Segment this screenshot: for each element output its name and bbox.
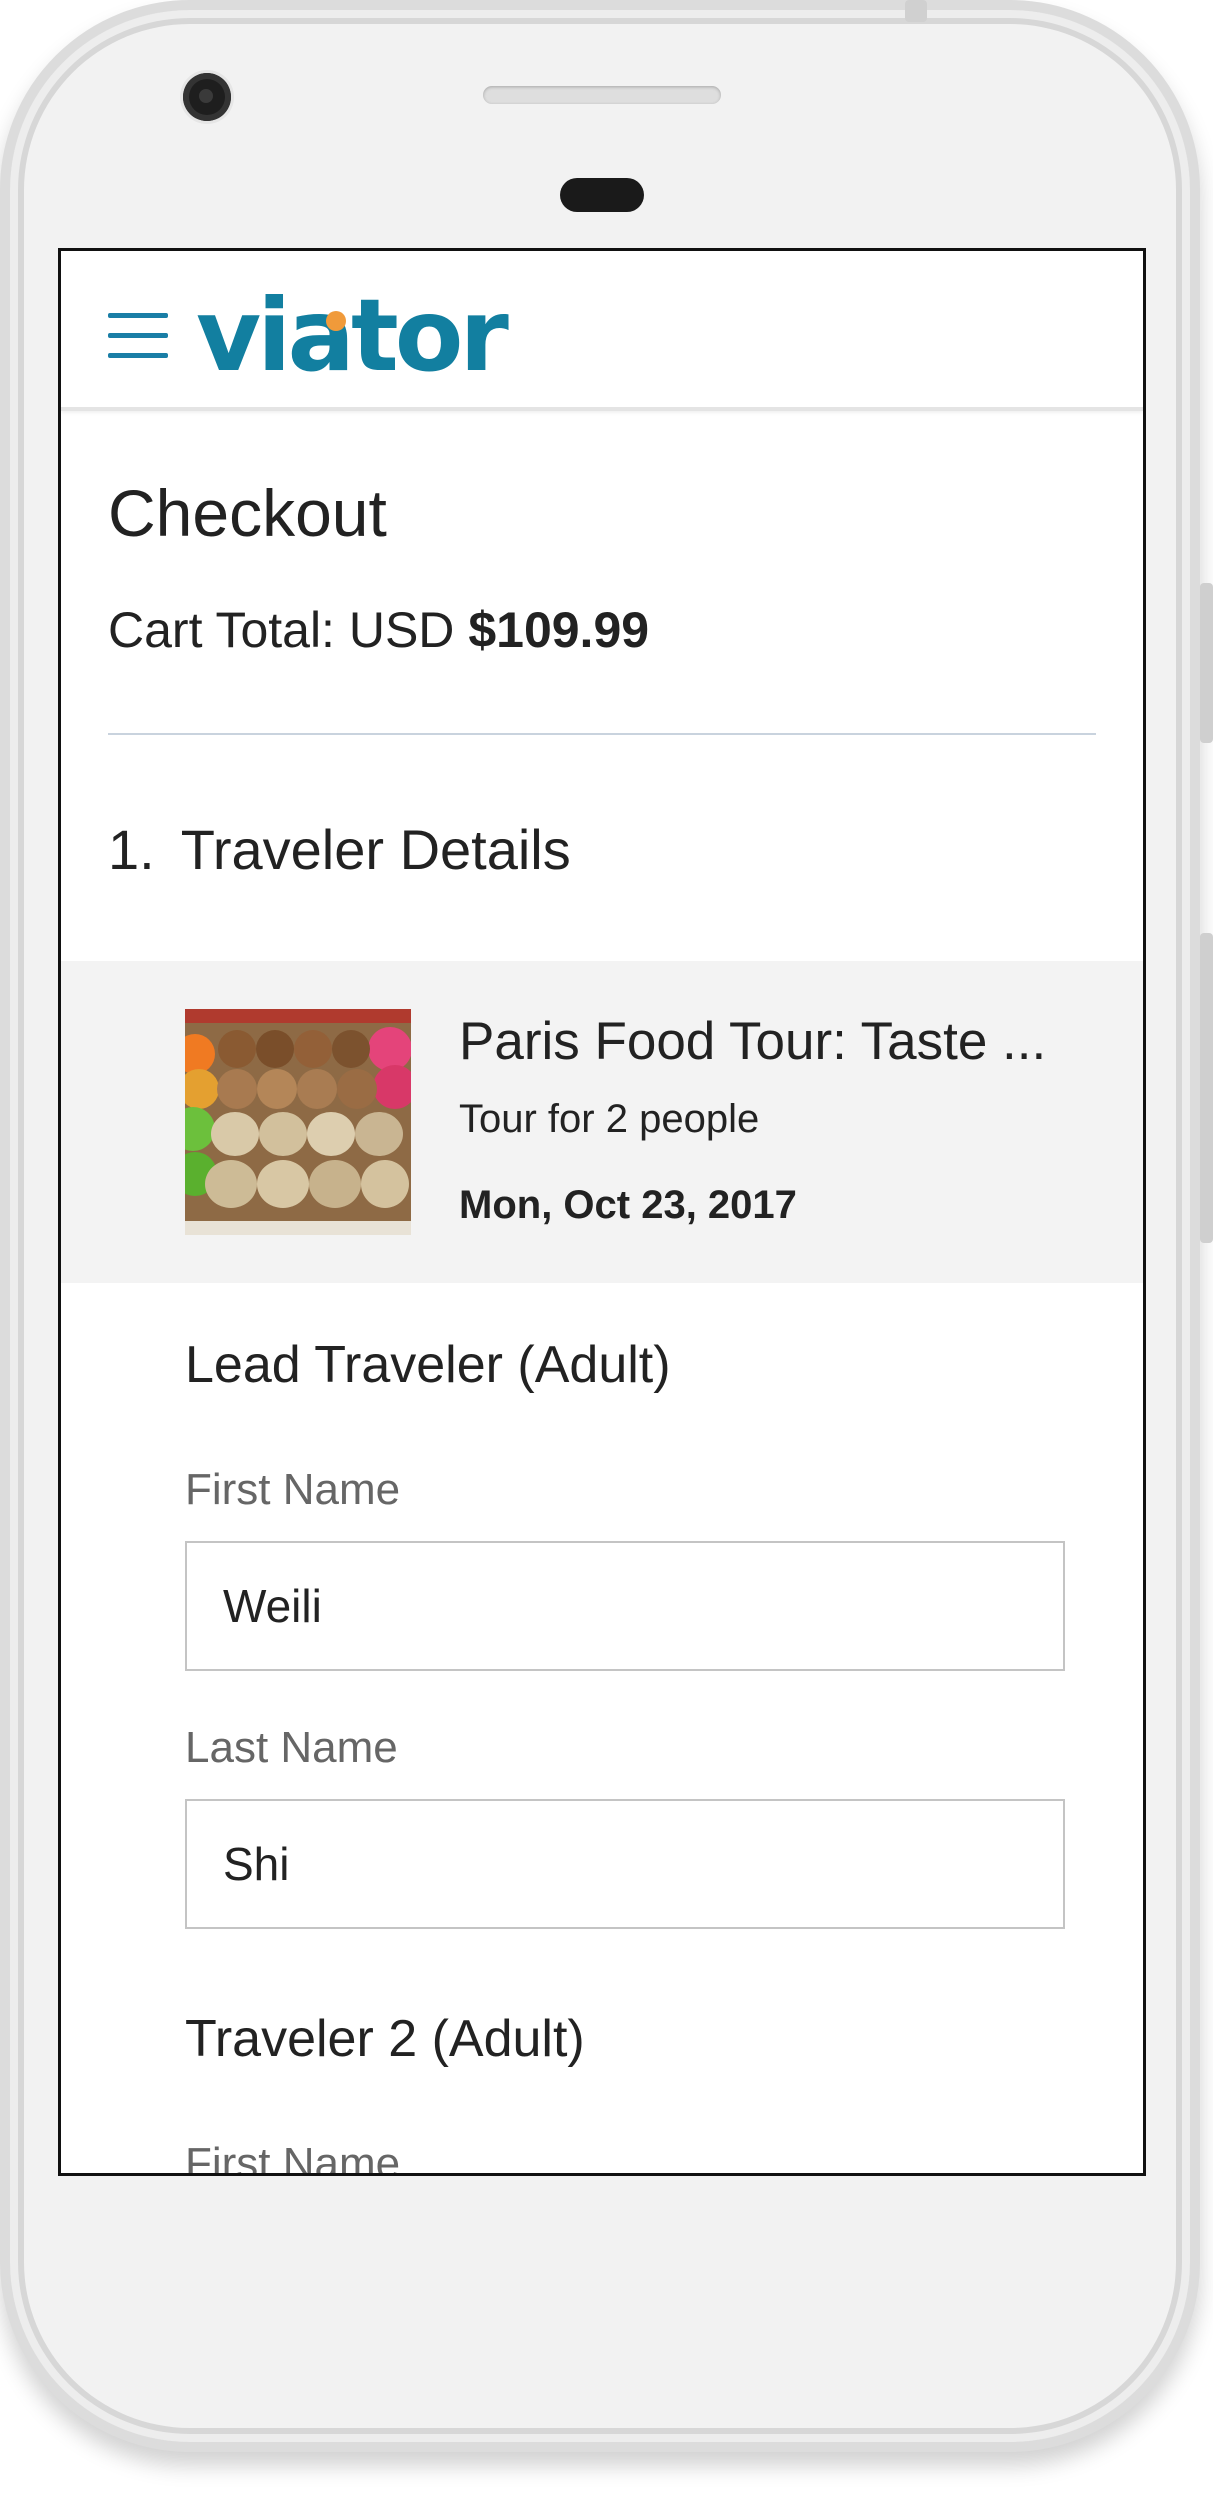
lead-last-name-input[interactable]: Shi <box>185 1799 1065 1929</box>
tour-party-size: Tour for 2 people <box>459 1097 760 1141</box>
app-header: viator <box>61 251 1143 411</box>
phone-power-button <box>1200 933 1213 1243</box>
lead-first-name-input[interactable]: Weili <box>185 1541 1065 1671</box>
hamburger-menu-icon[interactable] <box>108 313 168 363</box>
front-camera <box>183 73 231 121</box>
logo-wordmark: viator <box>196 277 509 394</box>
section-title: Traveler Details <box>180 818 571 881</box>
last-name-label: Last Name <box>185 1723 398 1772</box>
phone-speaker <box>483 86 721 104</box>
page-title: Checkout <box>108 476 387 550</box>
phone-sensor <box>560 178 644 212</box>
traveler-2-first-name-label: First Name <box>185 2139 401 2176</box>
section-divider <box>108 733 1096 735</box>
phone-top-button <box>905 0 927 22</box>
cart-total-label: Cart Total: USD <box>108 602 455 658</box>
lead-traveler-heading: Lead Traveler (Adult) <box>185 1336 671 1394</box>
tour-date: Mon, Oct 23, 2017 <box>459 1183 797 1227</box>
tour-summary-card: Paris Food Tour: Taste ... Tour for 2 pe… <box>61 961 1143 1283</box>
cart-total: Cart Total: USD $109.99 <box>108 601 649 659</box>
logo-dot-icon <box>326 311 346 331</box>
cart-total-amount: $109.99 <box>468 602 650 658</box>
phone-volume-button <box>1200 583 1213 743</box>
tour-thumbnail-image <box>185 1009 411 1235</box>
tour-name[interactable]: Paris Food Tour: Taste ... <box>459 1011 1046 1072</box>
viator-logo[interactable]: viator <box>196 281 516 391</box>
first-name-label: First Name <box>185 1465 401 1514</box>
app-screen: viator Checkout Cart Total: USD $109.99 … <box>58 248 1146 2176</box>
traveler-details-heading: 1. Traveler Details <box>108 817 571 882</box>
traveler-2-heading: Traveler 2 (Adult) <box>185 2010 585 2068</box>
section-number: 1. <box>108 818 155 881</box>
